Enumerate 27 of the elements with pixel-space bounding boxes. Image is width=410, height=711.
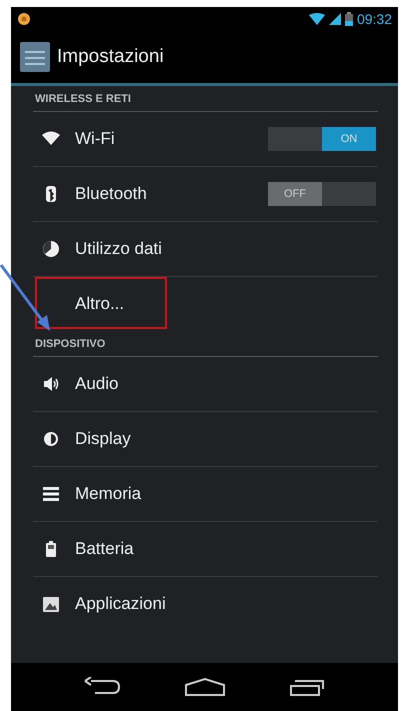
settings-item[interactable]: Applicazioni: [33, 577, 378, 631]
settings-item[interactable]: Memoria: [33, 467, 378, 522]
settings-item[interactable]: Utilizzo dati: [33, 222, 378, 277]
settings-item[interactable]: Display: [33, 412, 378, 467]
settings-item[interactable]: Bluetooth OFF: [33, 167, 378, 222]
settings-app-icon[interactable]: [19, 40, 51, 72]
section-header: DISPOSITIVO: [35, 337, 106, 351]
settings-item[interactable]: Wi-Fi ON: [33, 112, 378, 167]
apps-icon: [41, 595, 61, 613]
screen-title: Impostazioni: [57, 46, 164, 68]
pie-chart-icon: [41, 240, 61, 258]
settings-item[interactable]: Altro...: [33, 277, 378, 331]
half-circle-icon: [41, 430, 61, 448]
battery-icon: [344, 12, 353, 26]
recent-apps-icon[interactable]: [288, 677, 326, 697]
wifi-signal-icon: [308, 12, 325, 24]
storage-icon: [41, 485, 61, 503]
speaker-icon: [41, 375, 61, 393]
settings-item[interactable]: Audio: [33, 357, 378, 412]
pointer-arrow: [0, 264, 50, 331]
home-icon[interactable]: [184, 677, 226, 697]
settings-item[interactable]: Batteria: [33, 522, 378, 577]
clock-time: 09:32: [356, 10, 392, 26]
back-icon[interactable]: [82, 677, 120, 697]
cell-signal-icon: [328, 12, 341, 24]
section-header: WIRELESS E RETI: [35, 92, 131, 106]
notification-icon: [17, 12, 31, 26]
